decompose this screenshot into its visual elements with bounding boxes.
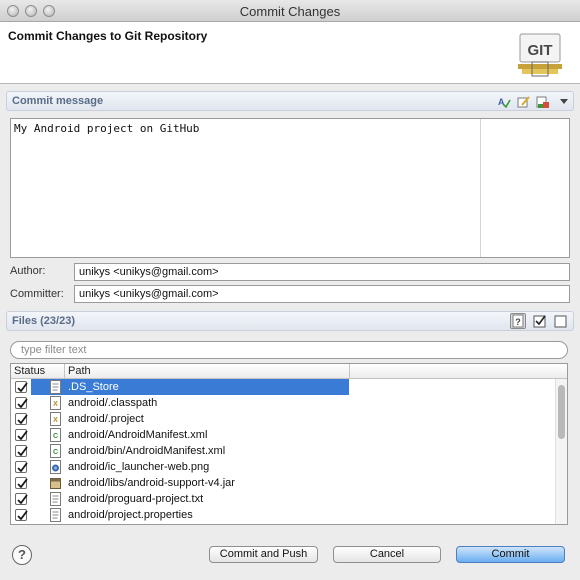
table-row[interactable]: android/proguard-project.txt: [11, 491, 555, 507]
xml-file-icon: X: [50, 412, 61, 426]
commit-button[interactable]: Commit: [456, 546, 565, 563]
table-row[interactable]: Candroid/AndroidManifest.xml: [11, 427, 555, 443]
jar-file-icon: [50, 478, 61, 489]
checkmark-icon: [17, 494, 28, 505]
checkmark-icon: [17, 398, 28, 409]
git-logo-icon: GIT: [518, 33, 562, 77]
column-divider[interactable]: [64, 364, 65, 378]
checkmark-icon: [17, 430, 28, 441]
table-row[interactable]: android/ic_launcher-web.png: [11, 459, 555, 475]
file-path: android/project.properties: [68, 509, 193, 521]
file-path: android/proguard-project.txt: [68, 493, 204, 505]
file-path: android/.classpath: [68, 397, 158, 409]
svg-text:X: X: [53, 401, 58, 408]
table-row[interactable]: android/project.properties: [11, 507, 555, 523]
row-checkbox[interactable]: [15, 413, 28, 425]
scrollbar-thumb[interactable]: [558, 385, 565, 439]
files-count-label: Files (23/23): [12, 315, 75, 327]
committer-field[interactable]: unikys <unikys@gmail.com>: [74, 285, 570, 303]
column-divider[interactable]: [349, 364, 350, 378]
window-titlebar: Commit Changes: [0, 0, 580, 22]
files-section-header: Files (23/23) ?: [6, 311, 574, 331]
commit-message-input[interactable]: My Android project on GitHub: [10, 118, 570, 258]
files-table: Status Path .DS_Store Xandroid/.classpath…: [10, 363, 568, 525]
table-row[interactable]: Xandroid/.project: [11, 411, 555, 427]
svg-text:C: C: [53, 433, 58, 440]
checked-box-icon: [533, 315, 546, 328]
file-path: android/ic_launcher-web.png: [68, 461, 210, 473]
svg-text:X: X: [53, 417, 58, 424]
row-checkbox[interactable]: [15, 461, 28, 473]
cancel-button[interactable]: Cancel: [333, 546, 441, 563]
files-vertical-scrollbar[interactable]: [555, 379, 567, 524]
commit-message-label: Commit message: [12, 95, 104, 107]
file-path: android/.project: [68, 413, 144, 425]
text-file-icon: [50, 380, 61, 394]
xml-source-file-icon: C: [50, 428, 61, 442]
row-checkbox[interactable]: [15, 477, 28, 489]
untracked-files-icon: ?: [512, 314, 524, 328]
file-filter-input[interactable]: type filter text: [10, 341, 568, 359]
file-path: android/bin/AndroidManifest.xml: [68, 445, 226, 457]
show-untracked-button[interactable]: ?: [510, 313, 526, 329]
image-file-icon: [50, 460, 61, 474]
file-path: .DS_Store: [68, 381, 119, 393]
chevron-down-icon[interactable]: [557, 95, 571, 109]
svg-text:C: C: [53, 449, 58, 456]
svg-text:GIT: GIT: [528, 42, 553, 59]
row-checkbox[interactable]: [15, 381, 28, 393]
text-file-icon: [50, 492, 61, 506]
row-checkbox[interactable]: [15, 493, 28, 505]
checkmark-icon: [17, 462, 28, 473]
commit-message-margin-divider: [480, 119, 481, 257]
xml-source-file-icon: C: [50, 444, 61, 458]
author-field[interactable]: unikys <unikys@gmail.com>: [74, 263, 570, 281]
committer-label: Committer:: [10, 288, 64, 300]
row-checkbox[interactable]: [15, 509, 28, 521]
table-row[interactable]: android/libs/android-support-v4.jar: [11, 475, 555, 491]
checkmark-icon: [17, 382, 28, 393]
spell-check-icon[interactable]: A: [497, 95, 511, 109]
text-file-icon: [50, 508, 61, 522]
checkmark-icon: [17, 478, 28, 489]
window-title: Commit Changes: [239, 4, 341, 19]
table-row[interactable]: Xandroid/.classpath: [11, 395, 555, 411]
commit-and-push-button[interactable]: Commit and Push: [209, 546, 318, 563]
table-row[interactable]: Candroid/bin/AndroidManifest.xml: [11, 443, 555, 459]
row-checkbox[interactable]: [15, 429, 28, 441]
checkmark-icon: [17, 510, 28, 521]
xml-file-icon: X: [50, 396, 61, 410]
deselect-all-button[interactable]: [552, 313, 568, 329]
path-column-header[interactable]: Path: [68, 365, 91, 377]
row-checkbox[interactable]: [15, 445, 28, 457]
dialog-title: Commit Changes to Git Repository: [8, 29, 208, 43]
amend-commit-icon[interactable]: [536, 95, 550, 109]
commit-message-section-header: Commit message A: [6, 91, 574, 111]
svg-text:?: ?: [515, 317, 521, 327]
status-column-header[interactable]: Status: [14, 365, 45, 377]
dialog-header: Commit Changes to Git Repository GIT: [0, 22, 580, 84]
add-signed-off-by-icon[interactable]: [517, 95, 531, 109]
commit-message-text: My Android project on GitHub: [14, 122, 200, 135]
table-row[interactable]: .DS_Store: [11, 379, 555, 395]
empty-box-icon: [554, 315, 567, 328]
author-label: Author:: [10, 265, 46, 277]
help-button[interactable]: ?: [12, 545, 32, 565]
file-path: android/libs/android-support-v4.jar: [68, 477, 235, 489]
select-all-button[interactable]: [532, 313, 548, 329]
files-table-header: Status Path: [11, 364, 567, 379]
file-path: android/AndroidManifest.xml: [68, 429, 208, 441]
checkmark-icon: [17, 446, 28, 457]
row-checkbox[interactable]: [15, 397, 28, 409]
checkmark-icon: [17, 414, 28, 425]
